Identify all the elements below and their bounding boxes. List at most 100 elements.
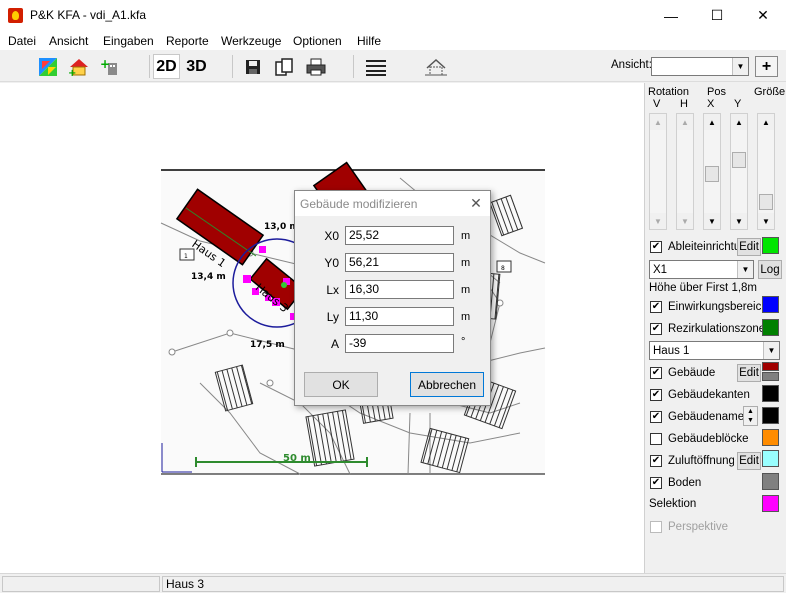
boden-color-swatch[interactable] <box>762 473 779 490</box>
rotation-v-scrollbar[interactable]: ▲ ▼ <box>649 113 667 230</box>
scale-label: 50 m <box>283 453 311 464</box>
x0-input[interactable]: 25,52 <box>345 226 454 245</box>
gebaeude-edit-button[interactable]: Edit <box>737 364 761 382</box>
angle-label: A <box>330 337 339 351</box>
copy-icon[interactable] <box>272 54 296 79</box>
gebaeude-row[interactable]: ✔ Gebäude <box>650 364 715 382</box>
ly-input[interactable]: 11,30 <box>345 307 454 326</box>
lx-unit: m <box>461 284 471 296</box>
menu-bar: Datei Ansicht Eingaben Reporte Werkzeuge… <box>0 31 786 51</box>
einwirkung-label: Einwirkungsbereich <box>668 301 768 313</box>
gebaeude-checkbox[interactable]: ✔ <box>650 367 662 379</box>
pos-y-scrollbar[interactable]: ▲ ▼ <box>730 113 748 230</box>
einwirkung-checkbox[interactable]: ✔ <box>650 301 662 313</box>
house-add-icon[interactable]: + <box>66 54 92 79</box>
namen-row[interactable]: ✔ Gebäudenamen <box>650 408 750 426</box>
menu-eingaben[interactable]: Eingaben <box>103 34 154 48</box>
save-icon[interactable] <box>242 54 264 79</box>
groesse-scrollbar[interactable]: ▲ ▼ <box>757 113 775 230</box>
angle-unit: ° <box>461 336 466 348</box>
gebaeude-modifizieren-dialog: Gebäude modifizieren ✕ X0 25,52 m Y0 56,… <box>294 190 491 406</box>
bloecke-label: Gebäudeblöcke <box>668 433 749 445</box>
h-label: H <box>680 98 688 110</box>
kanten-row[interactable]: ✔ Gebäudekanten <box>650 386 750 404</box>
menu-ansicht[interactable]: Ansicht <box>49 34 88 48</box>
haus-select[interactable]: Haus 1 ▼ <box>649 341 780 360</box>
ableit-row[interactable]: ✔ Ableiteinrichtu <box>650 238 740 256</box>
kanten-label: Gebäudekanten <box>668 389 750 401</box>
zuluft-checkbox[interactable]: ✔ <box>650 455 662 467</box>
menu-werkzeuge[interactable]: Werkzeuge <box>221 34 281 48</box>
namen-checkbox[interactable]: ✔ <box>650 411 662 423</box>
view-3d-button[interactable]: 3D <box>183 54 210 79</box>
selektion-color-swatch[interactable] <box>762 495 779 512</box>
menu-datei[interactable]: Datei <box>8 34 36 48</box>
v-label: V <box>653 98 661 110</box>
color-palette-icon[interactable] <box>35 54 61 79</box>
rotation-label: Rotation <box>648 86 689 98</box>
menu-optionen[interactable]: Optionen <box>293 34 342 48</box>
bloecke-checkbox[interactable] <box>650 433 662 445</box>
ableit-select[interactable]: X1 ▼ <box>649 260 754 279</box>
ableit-color-swatch[interactable] <box>762 237 779 254</box>
haus-select-value: Haus 1 <box>653 344 690 357</box>
right-panel: Rotation Pos Größe V H X Y ▲ ▼ ▲ ▼ ▲ ▼ ▲ ▼ ▲… <box>644 83 786 573</box>
y0-unit: m <box>461 257 471 269</box>
ableit-edit-button[interactable]: Edit <box>737 238 761 256</box>
namen-size-spinner[interactable]: ▲ ▼ <box>743 406 758 426</box>
menu-reporte[interactable]: Reporte <box>166 34 209 48</box>
abbrechen-button[interactable]: Abbrechen <box>410 372 484 397</box>
ok-button[interactable]: OK <box>304 372 378 397</box>
minimize-button[interactable]: — <box>648 0 694 31</box>
dialog-close-icon[interactable]: ✕ <box>467 194 485 212</box>
list-icon[interactable] <box>363 54 389 79</box>
ly-unit: m <box>461 311 471 323</box>
menu-hilfe[interactable]: Hilfe <box>357 34 381 48</box>
ableit-checkbox[interactable]: ✔ <box>650 241 662 253</box>
dialog-title-bar: Gebäude modifizieren ✕ <box>295 191 490 216</box>
log-button[interactable]: Log <box>758 260 782 279</box>
rezirk-row[interactable]: ✔ Rezirkulationszone <box>650 320 765 338</box>
pos-x-scrollbar[interactable]: ▲ ▼ <box>703 113 721 230</box>
rezirk-checkbox[interactable]: ✔ <box>650 323 662 335</box>
bloecke-color-swatch[interactable] <box>762 429 779 446</box>
ansicht-select[interactable]: ▼ <box>651 57 749 76</box>
bloecke-row[interactable]: Gebäudeblöcke <box>650 430 749 448</box>
gebaeude-color-swatch-bottom[interactable] <box>762 372 779 381</box>
kanten-color-swatch[interactable] <box>762 385 779 402</box>
x0-label: X0 <box>324 229 339 243</box>
maximize-button[interactable]: ☐ <box>694 0 740 31</box>
kanten-checkbox[interactable]: ✔ <box>650 389 662 401</box>
house-roof-icon[interactable] <box>422 54 450 79</box>
toolbar: + + 2D 3D Ansicht: ▼ + <box>0 51 786 82</box>
zuluft-color-swatch[interactable] <box>762 450 779 467</box>
ansicht-add-button[interactable]: + <box>755 56 778 77</box>
view-2d-button[interactable]: 2D <box>153 54 180 79</box>
rotation-h-scrollbar[interactable]: ▲ ▼ <box>676 113 694 230</box>
lx-input[interactable]: 16,30 <box>345 280 454 299</box>
svg-text:+: + <box>100 57 110 71</box>
angle-input[interactable]: -39 <box>345 334 454 353</box>
zuluft-edit-button[interactable]: Edit <box>737 452 761 470</box>
gebaeude-color-swatch-top[interactable] <box>762 362 779 371</box>
einwirkung-color-swatch[interactable] <box>762 296 779 313</box>
tag-8: 8 <box>501 265 505 272</box>
einwirkung-row[interactable]: ✔ Einwirkungsbereich <box>650 298 768 316</box>
namen-color-swatch[interactable] <box>762 407 779 424</box>
print-icon[interactable] <box>303 54 328 79</box>
building-add-icon[interactable]: + <box>97 54 123 79</box>
perspektive-row: Perspektive <box>650 518 728 536</box>
ly-label: Ly <box>326 310 339 324</box>
dialog-title: Gebäude modifizieren <box>300 197 418 211</box>
rezirk-color-swatch[interactable] <box>762 319 779 336</box>
svg-text:+: + <box>68 68 76 77</box>
chevron-down-icon: ▼ <box>732 58 748 75</box>
ableit-label: Ableiteinrichtu <box>668 241 741 253</box>
close-button[interactable]: ✕ <box>740 0 786 31</box>
x0-unit: m <box>461 230 471 242</box>
zuluft-row[interactable]: ✔ Zuluftöffnungen <box>650 452 734 470</box>
y0-input[interactable]: 56,21 <box>345 253 454 272</box>
boden-checkbox[interactable]: ✔ <box>650 477 662 489</box>
app-flame-icon <box>8 8 23 23</box>
boden-row[interactable]: ✔ Boden <box>650 474 701 492</box>
